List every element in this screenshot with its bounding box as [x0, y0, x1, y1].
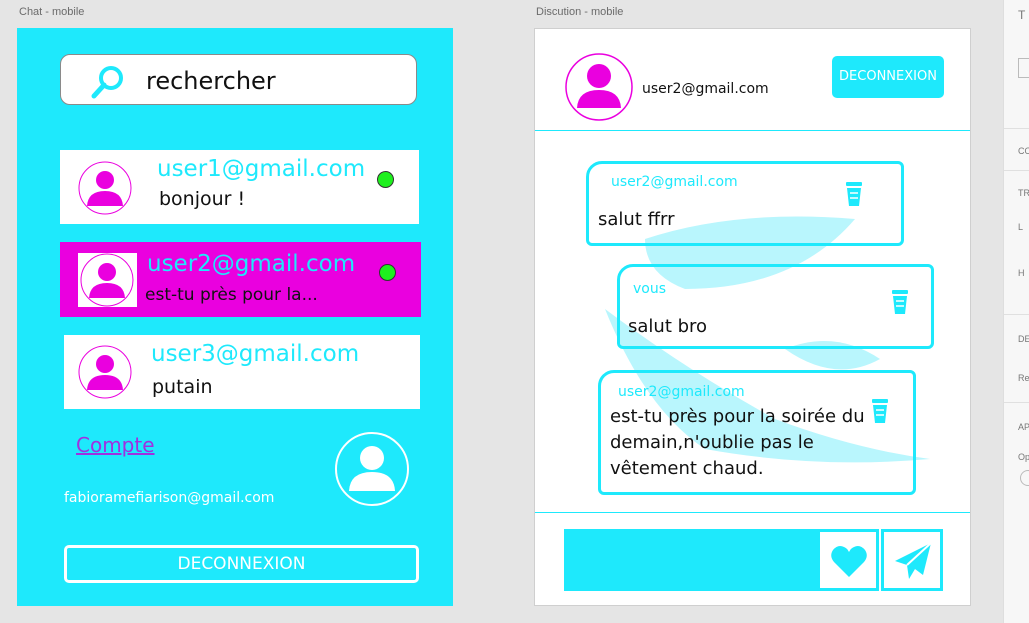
message-bubble: user2@gmail.com est-tu près pour la soir…: [598, 370, 916, 495]
account-avatar-icon[interactable]: [334, 431, 410, 507]
trash-icon[interactable]: [845, 181, 863, 207]
panel-item: TR: [1018, 188, 1029, 198]
panel-divider: [1004, 128, 1029, 129]
user-avatar-icon: [80, 253, 134, 307]
contact-item-user1[interactable]: user1@gmail.com bonjour !: [60, 150, 419, 224]
message-text: salut bro: [628, 316, 708, 337]
properties-panel: T CO TR L H DE Re AP Op: [1003, 0, 1029, 623]
logout-button[interactable]: DECONNEXION: [832, 56, 944, 98]
trash-icon[interactable]: [891, 289, 909, 315]
user-avatar-icon: [78, 161, 132, 215]
panel-divider: [1004, 314, 1029, 315]
panel-item: DE: [1018, 334, 1029, 344]
message-sender: user2@gmail.com: [611, 174, 738, 190]
message-text: salut ffrr: [598, 209, 675, 230]
message-composer: [564, 529, 944, 591]
panel-control[interactable]: [1018, 58, 1029, 78]
account-link[interactable]: Compte: [76, 433, 155, 457]
artboard-label-discussion: Discution - mobile: [536, 6, 624, 18]
contact-item-user2[interactable]: user2@gmail.com est-tu près pour la...: [60, 242, 421, 317]
panel-item: L: [1018, 222, 1024, 232]
panel-item[interactable]: T: [1018, 8, 1025, 22]
contact-avatar-icon: [565, 53, 633, 121]
send-button[interactable]: [881, 529, 943, 591]
contact-email: user1@gmail.com: [157, 156, 366, 182]
heart-icon: [831, 546, 867, 577]
online-status-dot: [379, 264, 396, 281]
artboard-label-chat: Chat - mobile: [19, 6, 85, 18]
search-bar[interactable]: rechercher: [60, 54, 417, 105]
contact-last-message: bonjour !: [159, 188, 246, 210]
contact-email: user2@gmail.com: [147, 251, 356, 277]
message-input[interactable]: [564, 529, 817, 591]
header-divider: [535, 130, 970, 131]
panel-divider: [1004, 402, 1029, 403]
search-input[interactable]: rechercher: [146, 67, 276, 95]
message-bubble: vous salut bro: [617, 264, 934, 349]
account-email: fabioramefiarison@gmail.com: [64, 490, 275, 506]
message-text: est-tu près pour la soirée du demain,n'o…: [610, 406, 865, 479]
panel-item: AP: [1018, 422, 1029, 432]
trash-icon[interactable]: [871, 398, 889, 424]
composer-divider: [535, 512, 970, 513]
contact-last-message: putain: [152, 376, 213, 398]
contact-item-user3[interactable]: user3@gmail.com putain: [64, 335, 420, 409]
message-sender: vous: [633, 281, 667, 297]
panel-divider: [1004, 170, 1029, 171]
logout-button[interactable]: DECONNEXION: [64, 545, 419, 583]
send-icon: [895, 542, 932, 579]
online-status-dot: [377, 171, 394, 188]
message-bubble: user2@gmail.com salut ffrr: [586, 161, 904, 246]
panel-toggle[interactable]: [1020, 470, 1029, 486]
like-button[interactable]: [817, 529, 879, 591]
conversation-contact-email: user2@gmail.com: [642, 81, 769, 97]
panel-item: Re: [1018, 373, 1029, 383]
search-icon: [91, 66, 123, 99]
message-sender: user2@gmail.com: [618, 384, 745, 400]
panel-item: CO: [1018, 146, 1029, 156]
chat-screen: rechercher user1@gmail.com bonjour ! use…: [17, 28, 453, 606]
discussion-screen: user2@gmail.com DECONNEXION user2@gmail.…: [534, 28, 971, 606]
panel-item: H: [1018, 268, 1025, 278]
contact-email: user3@gmail.com: [151, 341, 360, 367]
contact-last-message: est-tu près pour la...: [145, 285, 318, 305]
user-avatar-icon: [78, 345, 132, 399]
panel-item: Op: [1018, 452, 1029, 462]
